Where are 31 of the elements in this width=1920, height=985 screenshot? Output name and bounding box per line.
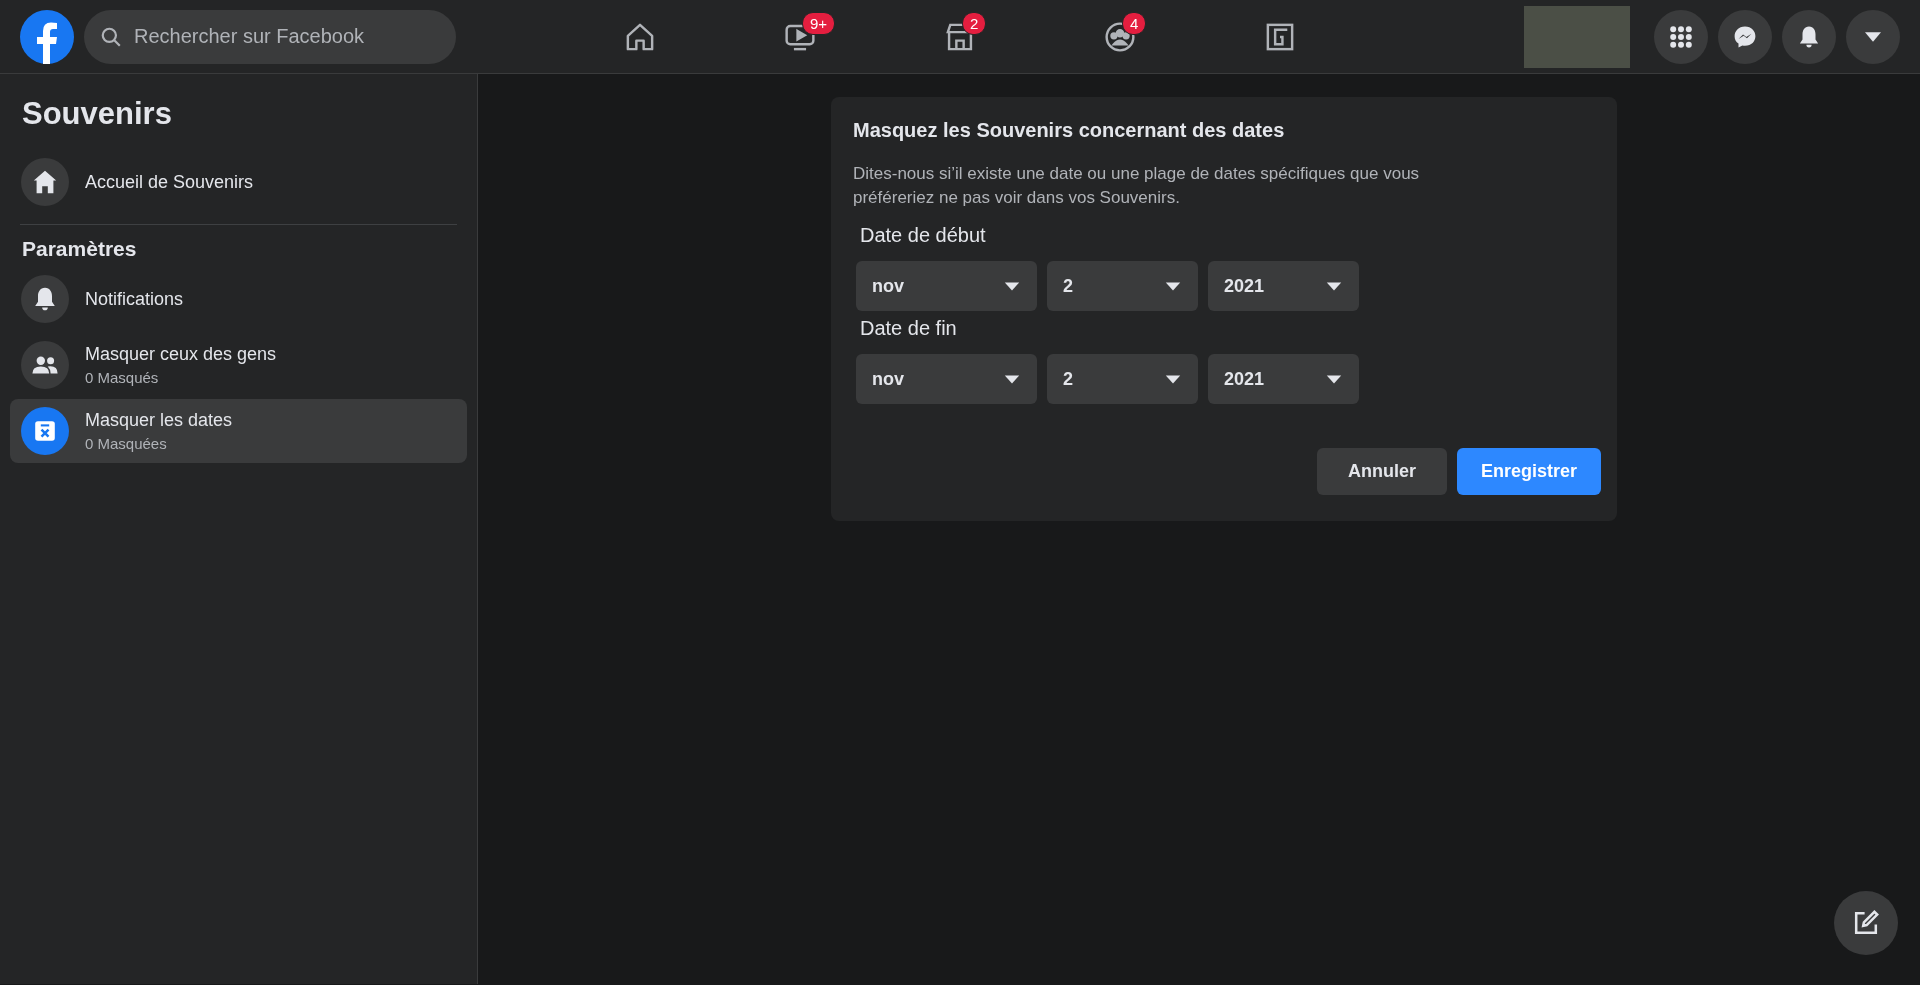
group-icon	[1103, 19, 1137, 54]
sidebar-item[interactable]: Accueil de Souvenirs	[10, 150, 467, 214]
section-title: Paramètres	[22, 237, 138, 261]
cancel-button[interactable]: Annuler	[1316, 448, 1447, 495]
search-icon	[100, 25, 122, 48]
nav-tab[interactable]: 4	[1040, 1, 1200, 72]
nav-tab[interactable]: 2	[880, 1, 1040, 72]
sidebar-item[interactable]: Masquer les dates 0 Masquées	[10, 399, 467, 463]
field-label: Date de début	[860, 224, 987, 247]
sidebar-title: Souvenirs	[22, 96, 173, 132]
menu-icon	[1668, 23, 1694, 50]
notification-badge: 2	[962, 11, 987, 35]
nav-tab[interactable]: 9+	[720, 1, 880, 72]
field-label: Date de fin	[860, 317, 958, 340]
edit-icon	[1852, 909, 1880, 937]
dropdown[interactable]: 2021	[1208, 354, 1359, 404]
sidebar-item[interactable]: Notifications	[10, 267, 467, 331]
search-field[interactable]: Rechercher sur Facebook	[84, 9, 456, 64]
dropdown[interactable]: 2	[1047, 354, 1198, 404]
dialog-title: Masquez les Souvenirs concernant des dates	[853, 119, 1286, 142]
dropdown[interactable]: 2021	[1208, 261, 1359, 311]
notification-badge: 9+	[802, 11, 836, 35]
sidebar-item[interactable]: Masquer ceux des gens 0 Masqués	[10, 333, 467, 397]
caret-icon	[1865, 31, 1881, 42]
house-icon	[31, 168, 59, 196]
logo-icon[interactable]	[20, 9, 74, 64]
dropdown[interactable]: nov	[856, 261, 1037, 311]
dropdown[interactable]: 2	[1047, 261, 1198, 311]
dropdown[interactable]: nov	[856, 354, 1037, 404]
dialog-description: Dites-nous si’il existe une date ou une plage de dates spécifiques que vous préféreriez ne pas voir dans vos Souvenirs.	[853, 163, 1421, 209]
notification-badge: 4	[1122, 11, 1147, 35]
